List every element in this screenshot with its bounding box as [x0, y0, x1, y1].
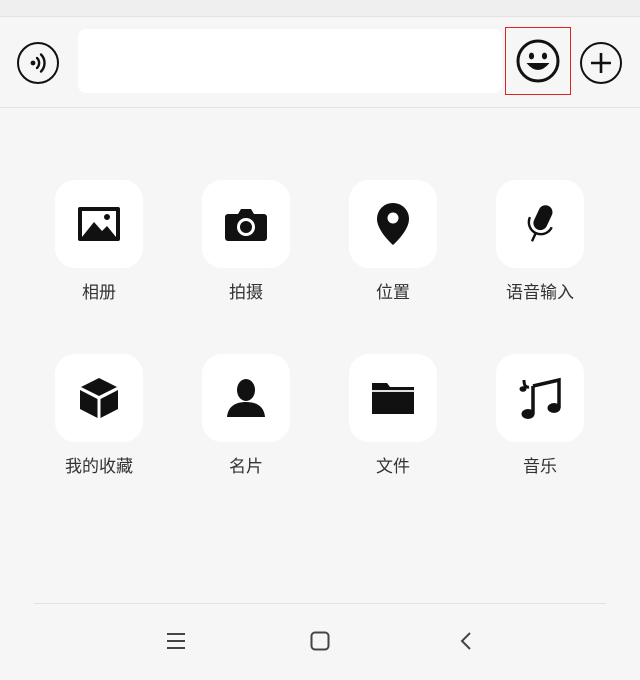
album-tile[interactable]	[55, 180, 143, 268]
smiley-icon	[516, 39, 560, 83]
location-pin-icon	[377, 203, 409, 245]
home-button[interactable]	[300, 621, 340, 661]
album-label: 相册	[82, 283, 116, 303]
back-button[interactable]	[446, 621, 486, 661]
camera-label: 拍摄	[229, 283, 263, 303]
card-label: 名片	[229, 457, 263, 477]
cube-icon	[80, 378, 118, 418]
message-input[interactable]	[78, 29, 502, 93]
file-label: 文件	[376, 457, 410, 477]
music-tile[interactable]	[496, 354, 584, 442]
emoji-button[interactable]	[505, 27, 571, 95]
voice-button[interactable]	[17, 42, 59, 84]
photo-album-icon	[78, 207, 120, 241]
voice-wave-icon	[30, 53, 46, 73]
nav-divider	[34, 603, 606, 604]
chat-input-bar	[0, 17, 640, 108]
plus-circle-icon	[591, 53, 611, 73]
voice-input-tile[interactable]	[496, 180, 584, 268]
back-chevron-icon	[460, 632, 471, 650]
menu-icon	[167, 633, 185, 649]
location-tile[interactable]	[349, 180, 437, 268]
menu-button[interactable]	[156, 621, 196, 661]
favorites-label: 我的收藏	[65, 457, 133, 477]
favorites-tile[interactable]	[55, 354, 143, 442]
home-square-icon	[310, 631, 330, 651]
music-note-icon	[519, 377, 561, 419]
more-button[interactable]	[580, 42, 622, 84]
microphone-icon	[527, 205, 553, 242]
person-icon	[227, 379, 265, 417]
file-tile[interactable]	[349, 354, 437, 442]
status-strip	[0, 0, 640, 17]
camera-tile[interactable]	[202, 180, 290, 268]
camera-icon	[225, 209, 267, 241]
folder-icon	[372, 383, 414, 414]
music-label: 音乐	[523, 457, 557, 477]
location-label: 位置	[376, 283, 410, 303]
voice-input-label: 语音输入	[506, 283, 574, 303]
card-tile[interactable]	[202, 354, 290, 442]
